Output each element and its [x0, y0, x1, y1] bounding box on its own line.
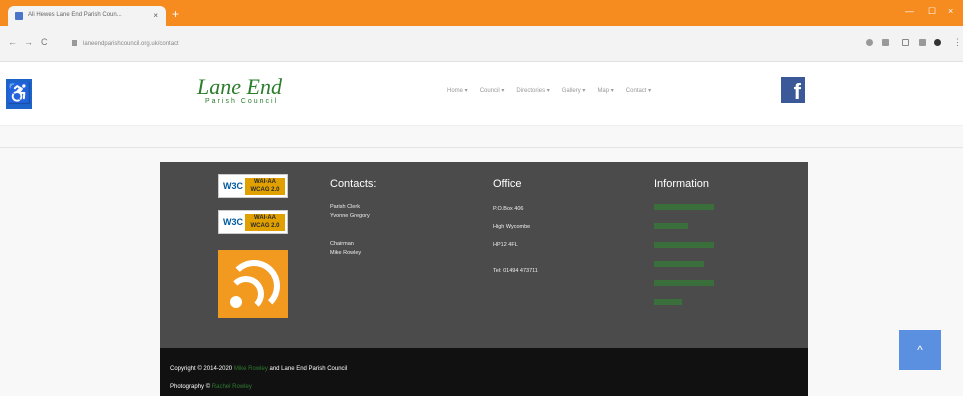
maximize-button[interactable]: ☐: [928, 6, 936, 17]
contacts-heading: Contacts:: [330, 178, 377, 190]
browser-tab[interactable]: Ali Hewes Lane End Parish Coun... ×: [8, 6, 166, 26]
extension-puzzle-icon[interactable]: [919, 39, 926, 46]
nav-contact[interactable]: Contact ▾: [626, 87, 651, 94]
w3c-logo: W3C: [223, 217, 243, 227]
office-line-3: HP12 4FL: [493, 242, 518, 248]
copyright-org-text: and Lane End Parish Council: [269, 366, 348, 372]
minimize-button[interactable]: —: [905, 6, 914, 16]
url-field[interactable]: laneendparishcouncil.org.uk/contact: [72, 36, 862, 52]
wcag-line1: WAI-AA: [254, 179, 276, 185]
url-text: laneendparishcouncil.org.uk/contact: [83, 41, 179, 47]
copyright-text: Copyright © 2014-2020: [170, 366, 233, 372]
information-heading: Information: [654, 178, 710, 190]
photography-line: Photography © Rachel Rowley: [170, 384, 252, 390]
bookmark-star-icon[interactable]: [882, 39, 889, 46]
information-link[interactable]: [654, 223, 688, 229]
photographer-link[interactable]: Rachel Rowley: [212, 384, 252, 390]
information-link[interactable]: [654, 204, 714, 210]
copyright-author-link[interactable]: Mike Rowley: [234, 366, 268, 372]
information-link[interactable]: [654, 280, 714, 286]
nav-map[interactable]: Map ▾: [597, 87, 613, 94]
nav-directories[interactable]: Directories ▾: [516, 87, 549, 94]
facebook-icon[interactable]: f: [781, 77, 805, 104]
favicon-icon: [15, 12, 23, 20]
accessibility-icon[interactable]: ♿: [6, 79, 32, 109]
wcag-badge[interactable]: W3C WAI-AA WCAG 2.0: [218, 174, 288, 198]
office-line-1: P.O.Box 406: [493, 206, 524, 212]
browser-menu-icon[interactable]: ⋮: [953, 37, 962, 48]
back-to-top-button[interactable]: ^: [899, 330, 941, 370]
new-tab-button[interactable]: +: [172, 8, 182, 20]
rss-dot: [230, 296, 242, 308]
divider: [0, 147, 963, 148]
contact-role-1: Parish Clerk: [330, 204, 360, 210]
site-footer: W3C WAI-AA WCAG 2.0 W3C WAI-AA WCAG 2.0 …: [160, 162, 808, 348]
extension-icon[interactable]: [902, 39, 909, 46]
contact-name-2: Mike Rowley: [330, 250, 362, 256]
back-button[interactable]: ←: [8, 37, 17, 47]
wcag-badge-2[interactable]: W3C WAI-AA WCAG 2.0: [218, 210, 288, 234]
wcag-line2: WCAG 2.0: [250, 187, 280, 193]
wcag-label: WAI-AA WCAG 2.0: [245, 214, 285, 231]
main-nav: Home ▾ Council ▾ Directories ▾ Gallery ▾…: [447, 87, 651, 94]
office-tel: Tel: 01494 473711: [493, 268, 538, 274]
information-link[interactable]: [654, 299, 682, 305]
information-link[interactable]: [654, 242, 714, 248]
nav-council[interactable]: Council ▾: [480, 87, 505, 94]
rss-icon[interactable]: [218, 250, 288, 318]
profile-avatar-icon[interactable]: [934, 39, 941, 46]
lock-icon: [72, 40, 77, 47]
copyright-line: Copyright © 2014-2020 Mike Rowley and La…: [170, 366, 347, 372]
site-logo-title[interactable]: Lane End: [197, 74, 282, 100]
tab-title: Ali Hewes Lane End Parish Coun...: [28, 12, 122, 18]
translate-icon[interactable]: [866, 39, 873, 46]
window-close-button[interactable]: ×: [948, 6, 953, 16]
wcag-line2: WCAG 2.0: [250, 223, 280, 229]
office-heading: Office: [493, 178, 522, 190]
reload-button[interactable]: C: [41, 37, 48, 47]
office-line-2: High Wycombe: [493, 224, 531, 230]
photography-text: Photography ©: [170, 384, 211, 390]
forward-button[interactable]: →: [24, 37, 33, 47]
wcag-line1: WAI-AA: [254, 215, 276, 221]
w3c-logo: W3C: [223, 181, 243, 191]
nav-home[interactable]: Home ▾: [447, 87, 468, 94]
browser-titlebar: Ali Hewes Lane End Parish Coun... × + — …: [0, 0, 963, 26]
tab-close-icon[interactable]: ×: [153, 11, 158, 20]
copyright-bar: Copyright © 2014-2020 Mike Rowley and La…: [160, 348, 808, 396]
contact-role-2: Chairman: [330, 241, 354, 247]
information-link[interactable]: [654, 261, 704, 267]
site-logo-subtitle: Parish Council: [205, 98, 279, 105]
contact-name-1: Yvonne Gregory: [330, 213, 370, 219]
address-bar: ← → C laneendparishcouncil.org.uk/contac…: [0, 26, 963, 62]
wcag-label: WAI-AA WCAG 2.0: [245, 178, 285, 195]
site-header: ♿ Lane End Parish Council Home ▾ Council…: [0, 62, 963, 126]
nav-gallery[interactable]: Gallery ▾: [562, 87, 586, 94]
